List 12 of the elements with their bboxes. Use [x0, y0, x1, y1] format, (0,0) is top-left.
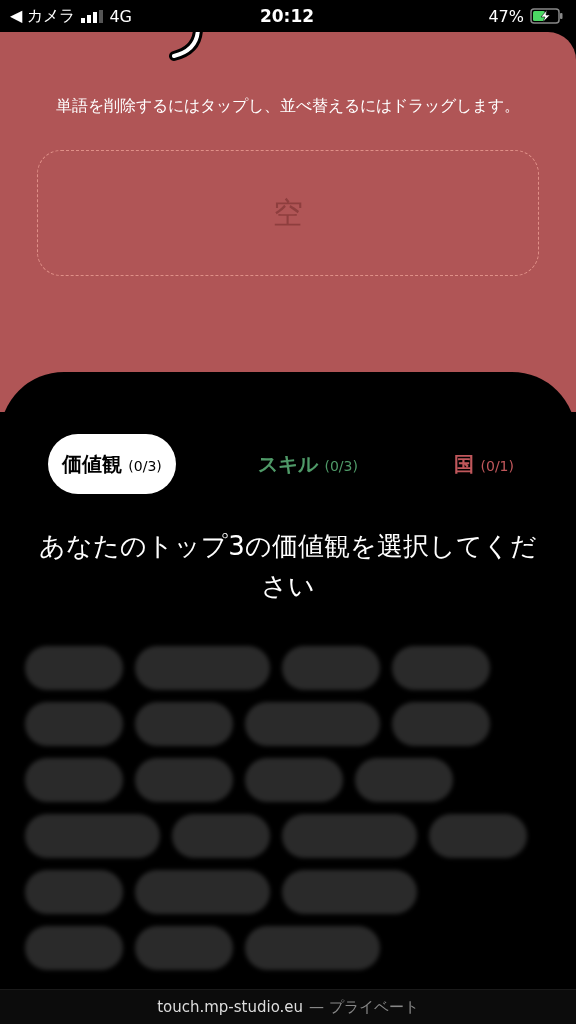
clock-time: 20:12 [259, 6, 315, 26]
back-to-camera[interactable]: ◀ カメラ [10, 5, 76, 27]
category-tab[interactable]: 国 (0/1) [440, 434, 528, 494]
battery-percent: 47% [488, 6, 524, 26]
instructions-text: 単語を削除するにはタップし、並べ替えるにはドラッグします。 [55, 95, 521, 117]
signal-icon [81, 9, 104, 23]
prompt-text: あなたのトップ3の価値観を選択してください [38, 530, 538, 603]
privacy-label: — プライベート [309, 997, 419, 1017]
category-tab[interactable]: 価値観 (0/3) [48, 434, 176, 494]
network-type: 4G [109, 6, 132, 26]
category-tab[interactable]: スキル (0/3) [244, 434, 372, 494]
site-domain: touch.mp-studio.eu [157, 998, 304, 1016]
